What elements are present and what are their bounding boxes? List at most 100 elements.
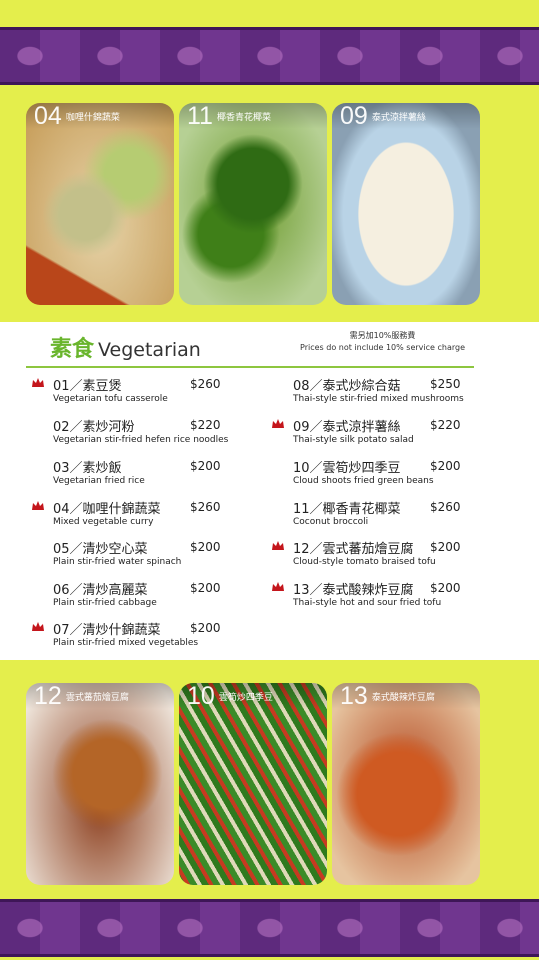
menu-item-name: 07／清炒什錦蔬菜 bbox=[53, 622, 161, 638]
menu-item-price: $260 bbox=[430, 500, 461, 514]
menu-item-line: 06／清炒高麗菜 $200 bbox=[53, 579, 253, 598]
menu-item-name: 11／椰香青花椰菜 bbox=[293, 501, 401, 517]
menu-item-price: $200 bbox=[190, 459, 221, 473]
menu-item-name: 01／素豆煲 bbox=[53, 378, 122, 394]
menu-item-price: $260 bbox=[190, 377, 221, 391]
menu-item: 08／泰式炒綜合菇 $250 Thai-style stir-fried mixed… bbox=[293, 375, 493, 404]
photo-number: 12 bbox=[34, 683, 62, 710]
photo-dish-name: 雲式蕃茄燴豆腐 bbox=[65, 692, 129, 703]
menu-item-name: 05／清炒空心菜 bbox=[53, 541, 148, 557]
menu-item: 03／素炒飯 $200 Vegetarian fried rice bbox=[53, 457, 253, 486]
photo-coconut-broccoli: 11 椰香青花椰菜 bbox=[179, 103, 327, 305]
service-charge-zh: 需另加10%服務費 bbox=[349, 331, 416, 340]
menu-item-english: Cloud shoots fried green beans bbox=[293, 476, 434, 486]
section-title: 素食 Vegetarian bbox=[50, 331, 201, 363]
menu-item-price: $220 bbox=[190, 418, 221, 432]
menu-item: 11／椰香青花椰菜 $260 Coconut broccoli bbox=[293, 498, 493, 527]
menu-item-name: 10／雲筍炒四季豆 bbox=[293, 460, 401, 476]
menu-item: 01／素豆煲 $260 Vegetarian tofu casserole bbox=[32, 375, 253, 404]
menu-item-price: $200 bbox=[190, 540, 221, 554]
menu-item: 13／泰式酸辣炸豆腐 $200 Thai-style hot and sour fr… bbox=[272, 579, 493, 608]
menu-item: 12／雲式蕃茄燴豆腐 $200 Cloud-style tomato braised… bbox=[272, 538, 493, 567]
menu-item: 07／清炒什錦蔬菜 $200 Plain stir-fried mixed vege… bbox=[32, 619, 253, 648]
menu-item-name: 04／咖哩什錦蔬菜 bbox=[53, 501, 161, 517]
menu-panel: 素食 Vegetarian 需另加10%服務費 Prices do not in… bbox=[0, 322, 539, 660]
menu-item-line: 05／清炒空心菜 $200 bbox=[53, 538, 253, 557]
crown-icon bbox=[32, 378, 44, 387]
photo-badge: 12 雲式蕃茄燴豆腐 bbox=[26, 683, 174, 709]
photo-dish-name: 泰式酸辣炸豆腐 bbox=[371, 692, 435, 703]
menu-item-line: 11／椰香青花椰菜 $260 bbox=[293, 498, 493, 517]
menu-item-price: $220 bbox=[430, 418, 461, 432]
menu-item: 02／素炒河粉 $220 Vegetarian stir-fried hefen r… bbox=[53, 416, 253, 445]
service-charge-note: 需另加10%服務費 Prices do not include 10% serv… bbox=[300, 330, 465, 354]
menu-item: 06／清炒高麗菜 $200 Plain stir-fried cabbage bbox=[53, 579, 253, 608]
menu-item-english: Coconut broccoli bbox=[293, 517, 369, 527]
crown-icon bbox=[32, 622, 44, 631]
menu-item-english: Thai-style hot and sour fried tofu bbox=[293, 598, 442, 608]
menu-item-line: 03／素炒飯 $200 bbox=[53, 457, 253, 476]
menu-item-english: Thai-style silk potato salad bbox=[293, 435, 414, 445]
photo-dish-name: 椰香青花椰菜 bbox=[216, 112, 271, 123]
photo-dish-name: 雲筍炒四季豆 bbox=[218, 692, 273, 703]
menu-item-price: $200 bbox=[190, 621, 221, 635]
menu-item-english: Cloud-style tomato braised tofu bbox=[293, 557, 436, 567]
menu-item-name: 03／素炒飯 bbox=[53, 460, 122, 476]
photo-badge: 09 泰式涼拌薯絲 bbox=[332, 103, 480, 129]
menu-item-english: Mixed vegetable curry bbox=[53, 517, 154, 527]
menu-item-price: $200 bbox=[430, 540, 461, 554]
photo-dish-name: 泰式涼拌薯絲 bbox=[371, 112, 426, 123]
menu-item-name: 13／泰式酸辣炸豆腐 bbox=[293, 582, 414, 598]
photo-dish-name: 咖哩什錦蔬菜 bbox=[65, 112, 120, 123]
photo-number: 13 bbox=[340, 683, 368, 710]
menu-item: 05／清炒空心菜 $200 Plain stir-fried water spina… bbox=[53, 538, 253, 567]
menu-item-line: 13／泰式酸辣炸豆腐 $200 bbox=[293, 579, 493, 598]
menu-item-line: 08／泰式炒綜合菇 $250 bbox=[293, 375, 493, 394]
menu-item-price: $250 bbox=[430, 377, 461, 391]
menu-item-english: Plain stir-fried water spinach bbox=[53, 557, 182, 567]
photo-badge: 10 雲筍炒四季豆 bbox=[179, 683, 327, 709]
photo-curry-vegetables: 04 咖哩什錦蔬菜 bbox=[26, 103, 174, 305]
crown-icon bbox=[272, 582, 284, 591]
menu-item-english: Vegetarian fried rice bbox=[53, 476, 145, 486]
section-title-zh: 素食 bbox=[50, 337, 95, 362]
menu-item-english: Vegetarian stir-fried hefen rice noodles bbox=[53, 435, 229, 445]
crown-icon bbox=[272, 541, 284, 550]
menu-item-line: 02／素炒河粉 $220 bbox=[53, 416, 253, 435]
photo-sour-tofu: 13 泰式酸辣炸豆腐 bbox=[332, 683, 480, 885]
menu-item-line: 12／雲式蕃茄燴豆腐 $200 bbox=[293, 538, 493, 557]
menu-item-price: $200 bbox=[430, 581, 461, 595]
photo-tomato-tofu: 12 雲式蕃茄燴豆腐 bbox=[26, 683, 174, 885]
menu-item-line: 09／泰式涼拌薯絲 $220 bbox=[293, 416, 493, 435]
service-charge-en: Prices do not include 10% service charge bbox=[300, 343, 465, 352]
menu-item-english: Plain stir-fried cabbage bbox=[53, 598, 157, 608]
photo-number: 04 bbox=[34, 103, 62, 130]
menu-item-line: 10／雲筍炒四季豆 $200 bbox=[293, 457, 493, 476]
menu-item-english: Plain stir-fried mixed vegetables bbox=[53, 638, 199, 648]
menu-item-english: Vegetarian tofu casserole bbox=[53, 394, 168, 404]
photo-number: 11 bbox=[187, 103, 213, 130]
crown-icon bbox=[272, 419, 284, 428]
menu-item-price: $260 bbox=[190, 500, 221, 514]
menu-item: 10／雲筍炒四季豆 $200 Cloud shoots fried green be… bbox=[293, 457, 493, 486]
section-divider bbox=[26, 366, 474, 368]
photo-green-beans: 10 雲筍炒四季豆 bbox=[179, 683, 327, 885]
section-title-en: Vegetarian bbox=[98, 339, 201, 361]
menu-item-line: 07／清炒什錦蔬菜 $200 bbox=[53, 619, 253, 638]
crown-icon bbox=[32, 501, 44, 510]
photo-badge: 11 椰香青花椰菜 bbox=[179, 103, 327, 129]
menu-item: 09／泰式涼拌薯絲 $220 Thai-style silk potato sala… bbox=[272, 416, 493, 445]
menu-item-line: 04／咖哩什錦蔬菜 $260 bbox=[53, 498, 253, 517]
photo-potato-salad: 09 泰式涼拌薯絲 bbox=[332, 103, 480, 305]
menu-item-line: 01／素豆煲 $260 bbox=[53, 375, 253, 394]
photo-badge: 04 咖哩什錦蔬菜 bbox=[26, 103, 174, 129]
photo-number: 10 bbox=[187, 683, 215, 710]
menu-item-english: Thai-style stir-fried mixed mushrooms bbox=[293, 394, 464, 404]
photo-number: 09 bbox=[340, 103, 368, 130]
menu-item-name: 02／素炒河粉 bbox=[53, 419, 135, 435]
menu-item-name: 06／清炒高麗菜 bbox=[53, 582, 148, 598]
menu-item-price: $200 bbox=[430, 459, 461, 473]
menu-item-name: 09／泰式涼拌薯絲 bbox=[293, 419, 401, 435]
menu-item-name: 08／泰式炒綜合菇 bbox=[293, 378, 401, 394]
menu-item-price: $200 bbox=[190, 581, 221, 595]
